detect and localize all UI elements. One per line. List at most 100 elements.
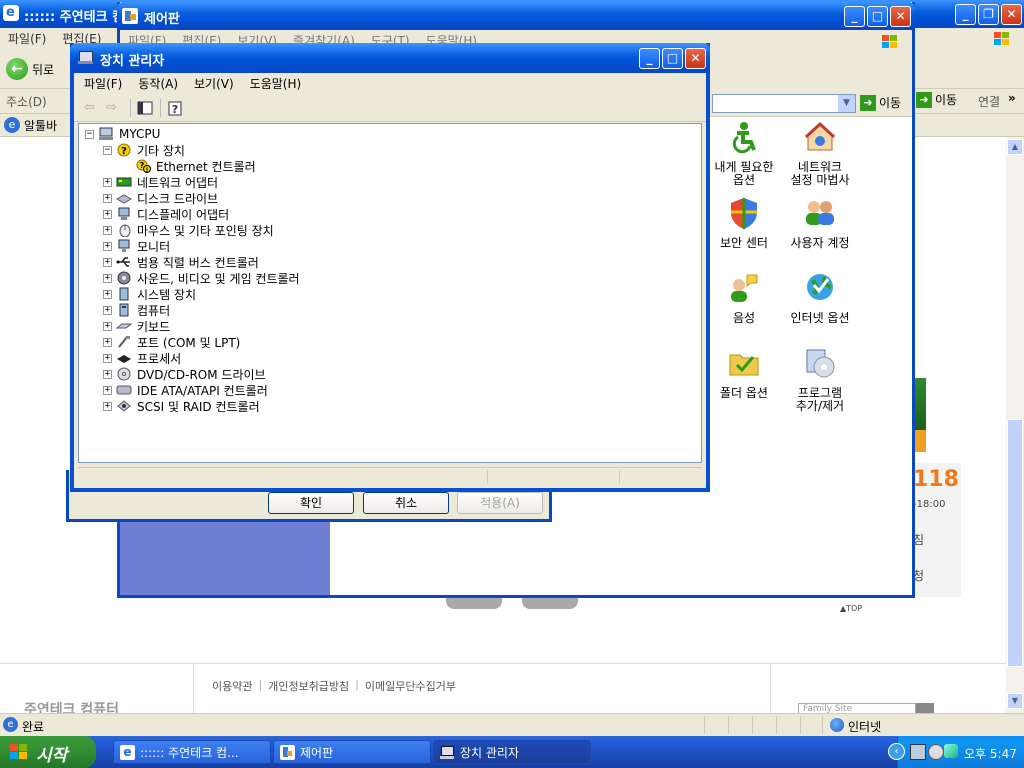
- scroll-up-arrow[interactable]: ▲: [1007, 139, 1023, 155]
- tree-category-keyboard[interactable]: + 키보드: [103, 318, 170, 334]
- device-manager-close-button[interactable]: ✕: [685, 48, 706, 69]
- tree-category-scsi[interactable]: + SCSI 및 RAID 컨트롤러: [103, 398, 260, 414]
- expand-icon[interactable]: +: [103, 305, 112, 315]
- volume-tray-icon[interactable]: [928, 744, 944, 760]
- show-hide-tree-icon[interactable]: [136, 100, 154, 116]
- footer-link-terms[interactable]: 이용약관: [212, 678, 252, 694]
- start-button[interactable]: 시작: [0, 736, 96, 768]
- dm-menu-view[interactable]: 보기(V): [186, 73, 242, 95]
- help-properties-icon[interactable]: ?: [166, 100, 184, 116]
- control-panel-titlebar[interactable]: 제어판 _ □ ✕: [117, 2, 915, 30]
- scroll-thumb[interactable]: [1007, 419, 1023, 667]
- expand-icon[interactable]: +: [103, 177, 112, 187]
- back-arrow-icon[interactable]: ⇦: [84, 100, 102, 116]
- task-device-manager-label: 장치 관리자: [460, 746, 520, 760]
- task-device-manager[interactable]: 장치 관리자: [433, 740, 591, 764]
- tree-category-display-adapter[interactable]: + 디스플레이 어댑터: [103, 206, 229, 222]
- task-control-panel[interactable]: 제어판: [273, 740, 431, 764]
- family-site-go-button[interactable]: [916, 703, 934, 713]
- chevron-right-icon[interactable]: »: [1008, 91, 1016, 105]
- cp-item-user-accounts[interactable]: 사용자 계정: [782, 196, 858, 250]
- tree-other-devices[interactable]: − ? 기타 장치: [103, 142, 185, 158]
- tree-category-port[interactable]: + 포트 (COM 및 LPT): [103, 334, 240, 350]
- altoolbar-icon: e: [4, 117, 20, 133]
- footer-link-email[interactable]: 이메일무단수집거부: [365, 678, 456, 694]
- browser-minimize-button[interactable]: _: [955, 4, 976, 25]
- tree-category-cdrom[interactable]: + DVD/CD-ROM 드라이브: [103, 366, 266, 382]
- expand-icon[interactable]: +: [103, 241, 112, 251]
- device-manager-titlebar[interactable]: 장치 관리자 _ □ ✕: [70, 43, 710, 73]
- footer-link-privacy[interactable]: 개인정보취급방침: [268, 678, 349, 694]
- browser-statusbar: e 완료 인터넷: [0, 713, 1024, 737]
- device-manager-minimize-button[interactable]: _: [639, 48, 660, 69]
- forward-arrow-icon[interactable]: ⇨: [106, 100, 124, 116]
- network-adapter-icon: [116, 177, 132, 187]
- expand-icon[interactable]: +: [103, 289, 112, 299]
- control-panel-minimize-button[interactable]: _: [844, 6, 865, 27]
- tree-category-disk-drive[interactable]: + 디스크 드라이브: [103, 190, 218, 206]
- back-button[interactable]: ← 뒤로: [6, 56, 54, 82]
- network-tray-icon[interactable]: [910, 744, 926, 760]
- tree-category-processor[interactable]: + 프로세서: [103, 350, 181, 366]
- hardware-tray-icon[interactable]: [944, 744, 958, 758]
- browser-go-button[interactable]: ➜ 이동: [916, 91, 957, 108]
- cp-item-internet-options[interactable]: 인터넷 옵션: [782, 271, 858, 325]
- expand-icon[interactable]: +: [103, 193, 112, 203]
- expand-icon[interactable]: +: [103, 257, 112, 267]
- tree-category-usb[interactable]: + 범용 직렬 버스 컨트롤러: [103, 254, 259, 270]
- tree-ethernet-controller[interactable]: ? ! Ethernet 컨트롤러: [135, 158, 256, 174]
- top-link[interactable]: ▲TOP: [840, 604, 862, 613]
- expand-icon[interactable]: +: [103, 321, 112, 331]
- expand-icon[interactable]: +: [103, 353, 112, 363]
- tree-category-sound[interactable]: + 사운드, 비디오 및 게임 컨트롤러: [103, 270, 300, 286]
- scroll-down-arrow[interactable]: ▼: [1007, 693, 1023, 709]
- cp-go-button[interactable]: ➜ 이동: [860, 94, 901, 111]
- apply-button[interactable]: 적용(A): [457, 492, 543, 514]
- system-device-icon: [119, 287, 129, 301]
- altoolbar-label[interactable]: 알툴바: [24, 117, 57, 134]
- collapse-icon[interactable]: −: [85, 129, 94, 139]
- control-panel-close-button[interactable]: ✕: [890, 6, 911, 27]
- dm-menu-file[interactable]: 파일(F): [74, 73, 130, 95]
- address-dropdown-chevron-down-icon[interactable]: ▼: [838, 95, 855, 112]
- browser-vertical-scrollbar[interactable]: ▲ ▼: [1006, 137, 1024, 713]
- expand-icon[interactable]: +: [103, 337, 112, 347]
- tree-category-mouse[interactable]: + 마우스 및 기타 포인팅 장치: [103, 222, 274, 238]
- tray-expand-chevron-left-icon[interactable]: ‹: [888, 743, 905, 760]
- clock[interactable]: 오후 5:47: [964, 745, 1017, 762]
- browser-restore-button[interactable]: ❐: [978, 4, 999, 25]
- tree-category-monitor[interactable]: + 모니터: [103, 238, 170, 254]
- tree-category-system-device[interactable]: + 시스템 장치: [103, 286, 196, 302]
- cp-item-security-center[interactable]: 보안 센터: [706, 196, 782, 250]
- zone-text: 인터넷: [848, 720, 882, 734]
- expand-icon[interactable]: +: [103, 225, 112, 235]
- control-panel-maximize-button[interactable]: □: [867, 6, 888, 27]
- cp-address-input[interactable]: ▼: [712, 94, 856, 113]
- links-label[interactable]: 연결: [978, 93, 1000, 110]
- tree-category-network-adapter[interactable]: + 네트워크 어댑터: [103, 174, 218, 190]
- dm-menu-action[interactable]: 동작(A): [130, 73, 186, 95]
- dm-menu-help[interactable]: 도움말(H): [242, 73, 310, 95]
- expand-icon[interactable]: +: [103, 369, 112, 379]
- task-browser[interactable]: e :::::: 주연테크 컴...: [113, 740, 271, 764]
- browser-close-button[interactable]: ✕: [1001, 4, 1022, 25]
- expand-icon[interactable]: +: [103, 273, 112, 283]
- tree-category-computer[interactable]: + 컴퓨터: [103, 302, 170, 318]
- device-manager-maximize-button[interactable]: □: [662, 48, 683, 69]
- collapse-icon[interactable]: −: [103, 145, 112, 155]
- ok-button[interactable]: 확인: [268, 492, 354, 514]
- device-tree[interactable]: − MYCPU − ? 기타 장치 ? ! Ethernet 컨트롤러 + 네트…: [78, 123, 702, 463]
- browser-menu-file[interactable]: 파일(F): [0, 28, 54, 50]
- tree-root[interactable]: − MYCPU: [85, 126, 160, 142]
- cp-item-folder-options[interactable]: 폴더 옵션: [706, 346, 782, 400]
- cp-item-accessibility[interactable]: 내게 필요한 옵션: [706, 120, 782, 187]
- tree-category-ide[interactable]: + IDE ATA/ATAPI 컨트롤러: [103, 382, 268, 398]
- cp-item-speech[interactable]: 음성: [706, 271, 782, 325]
- expand-icon[interactable]: +: [103, 209, 112, 219]
- cp-item-network-wizard[interactable]: 네트워크 설정 마법사: [782, 120, 858, 187]
- expand-icon[interactable]: +: [103, 401, 112, 411]
- cp-item-add-remove-programs[interactable]: 프로그램 추가/제거: [782, 346, 858, 413]
- tree-category-label: 포트 (COM 및 LPT): [137, 335, 241, 350]
- expand-icon[interactable]: +: [103, 385, 112, 395]
- cancel-button[interactable]: 취소: [363, 492, 449, 514]
